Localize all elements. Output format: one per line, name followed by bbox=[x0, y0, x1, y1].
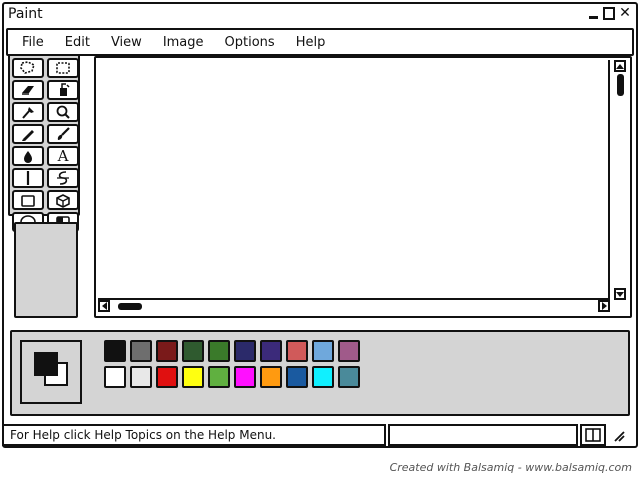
scroll-up-button[interactable] bbox=[614, 60, 626, 72]
window-title: Paint bbox=[8, 6, 43, 22]
color-swatch[interactable] bbox=[104, 340, 126, 362]
color-swatch[interactable] bbox=[286, 340, 308, 362]
vertical-scroll-thumb[interactable] bbox=[617, 74, 624, 96]
arrow-right-icon bbox=[601, 302, 607, 310]
eraser-icon bbox=[22, 86, 34, 95]
fill-bucket-icon bbox=[60, 83, 70, 96]
toolbox: A bbox=[8, 54, 80, 232]
arrow-down-icon bbox=[616, 291, 624, 297]
color-swatch[interactable] bbox=[130, 366, 152, 388]
polygon-tool[interactable] bbox=[47, 190, 79, 210]
line-tool[interactable] bbox=[12, 168, 44, 188]
credit-text: Created with Balsamiq - www.balsamiq.com bbox=[389, 461, 632, 474]
color-swatch[interactable] bbox=[312, 366, 334, 388]
arrow-left-icon bbox=[101, 302, 107, 310]
color-swatch[interactable] bbox=[286, 366, 308, 388]
menu-bar: File Edit View Image Options Help bbox=[6, 28, 634, 56]
menu-file[interactable]: File bbox=[22, 35, 44, 50]
line-icon bbox=[26, 171, 30, 185]
menu-help[interactable]: Help bbox=[296, 35, 326, 50]
text-icon: A bbox=[57, 146, 69, 165]
rect-select-tool[interactable] bbox=[47, 58, 79, 78]
pencil-tool[interactable] bbox=[12, 124, 44, 144]
color-swatch[interactable] bbox=[182, 366, 204, 388]
free-select-icon bbox=[20, 61, 35, 74]
scroll-down-button[interactable] bbox=[614, 288, 626, 300]
color-swatch[interactable] bbox=[338, 366, 360, 388]
pencil-icon bbox=[22, 130, 34, 141]
arrow-up-icon bbox=[616, 63, 624, 69]
window-controls: ✕ bbox=[586, 5, 632, 21]
canvas-frame bbox=[94, 56, 632, 318]
text-tool[interactable]: A bbox=[47, 146, 79, 166]
color-picker-icon bbox=[22, 107, 34, 119]
status-coordinates-cell bbox=[388, 424, 578, 446]
brush-icon bbox=[57, 127, 70, 140]
fill-bucket-tool[interactable] bbox=[47, 80, 79, 100]
airbrush-tool[interactable] bbox=[12, 146, 44, 166]
airbrush-icon bbox=[24, 151, 32, 163]
menu-image[interactable]: Image bbox=[163, 35, 204, 50]
color-picker-tool[interactable] bbox=[12, 102, 44, 122]
color-swatch[interactable] bbox=[338, 340, 360, 362]
vertical-scrollbar[interactable] bbox=[614, 60, 628, 300]
title-bar: Paint ✕ bbox=[4, 4, 636, 26]
brush-tool[interactable] bbox=[47, 124, 79, 144]
color-swatch[interactable] bbox=[182, 340, 204, 362]
color-swatch[interactable] bbox=[208, 366, 230, 388]
maximize-icon[interactable] bbox=[602, 5, 616, 21]
color-palette-panel bbox=[10, 330, 630, 416]
tool-options-panel[interactable] bbox=[14, 222, 78, 318]
color-swatches bbox=[104, 340, 366, 388]
color-swatch[interactable] bbox=[156, 340, 178, 362]
color-swatch[interactable] bbox=[130, 340, 152, 362]
rectangle-tool[interactable] bbox=[12, 190, 44, 210]
menu-options[interactable]: Options bbox=[225, 35, 275, 50]
rectangle-icon bbox=[21, 195, 35, 207]
horizontal-scrollbar[interactable] bbox=[98, 300, 610, 314]
color-swatch[interactable] bbox=[312, 340, 334, 362]
close-icon[interactable]: ✕ bbox=[618, 5, 632, 21]
color-swatch[interactable] bbox=[156, 366, 178, 388]
free-select-tool[interactable] bbox=[12, 58, 44, 78]
drawing-canvas[interactable] bbox=[98, 60, 610, 300]
curve-icon bbox=[57, 171, 69, 185]
foreground-color-swatch[interactable] bbox=[34, 352, 58, 376]
status-layout-cell bbox=[580, 424, 606, 446]
curve-tool[interactable] bbox=[47, 168, 79, 188]
color-swatch[interactable] bbox=[260, 340, 282, 362]
status-bar: For Help click Help Topics on the Help M… bbox=[2, 424, 634, 446]
rect-select-icon bbox=[56, 62, 70, 74]
magnifier-tool[interactable] bbox=[47, 102, 79, 122]
window-layout-icon bbox=[585, 428, 601, 442]
color-swatch[interactable] bbox=[208, 340, 230, 362]
resize-grip-icon[interactable] bbox=[608, 424, 628, 446]
minimize-icon[interactable] bbox=[586, 5, 600, 21]
status-help-text: For Help click Help Topics on the Help M… bbox=[2, 424, 386, 446]
color-swatch[interactable] bbox=[104, 366, 126, 388]
scroll-right-button[interactable] bbox=[598, 300, 610, 312]
scroll-left-button[interactable] bbox=[98, 300, 110, 312]
horizontal-scroll-thumb[interactable] bbox=[118, 303, 142, 310]
menu-edit[interactable]: Edit bbox=[65, 35, 90, 50]
resize-grip-glyph bbox=[614, 431, 625, 442]
color-swatch[interactable] bbox=[234, 340, 256, 362]
current-colors[interactable] bbox=[20, 340, 82, 404]
color-swatch[interactable] bbox=[260, 366, 282, 388]
magnifier-icon bbox=[56, 105, 70, 119]
color-swatch[interactable] bbox=[234, 366, 256, 388]
menu-view[interactable]: View bbox=[111, 35, 142, 50]
eraser-tool[interactable] bbox=[12, 80, 44, 100]
polygon-icon bbox=[56, 194, 70, 208]
